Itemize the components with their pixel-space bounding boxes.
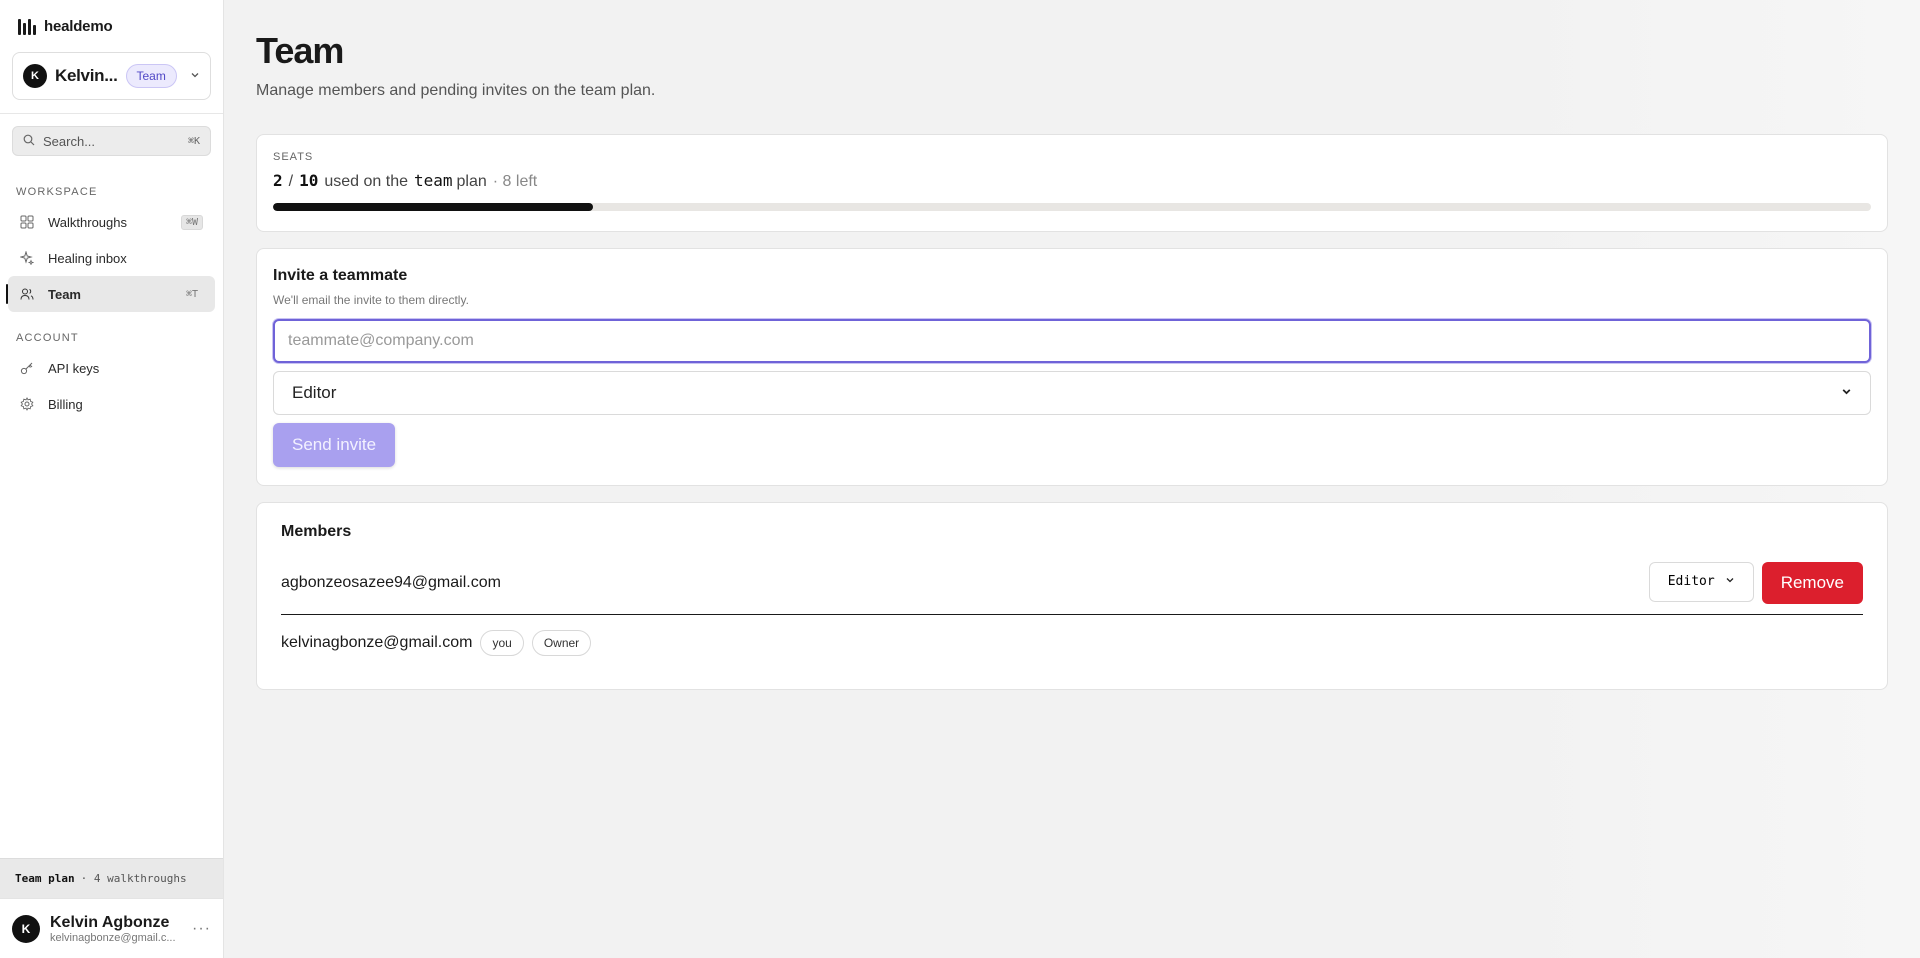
avatar: K — [12, 914, 40, 943]
seats-plan-text: plan — [456, 173, 487, 190]
workspace-avatar: K — [23, 64, 47, 88]
members-card: Members agbonzeosazee94@gmail.com Editor… — [256, 502, 1888, 690]
search-shortcut: ⌘K — [187, 135, 200, 147]
seats-used: 2 — [273, 171, 283, 190]
role-select-value: Editor — [292, 383, 337, 402]
seats-separator: / — [288, 173, 294, 190]
sparkle-icon — [20, 251, 34, 265]
owner-badge: Owner — [531, 630, 592, 656]
shortcut-badge: ⌘T — [185, 288, 198, 300]
sidebar-item-walkthroughs[interactable]: Walkthroughs ⌘W — [8, 204, 215, 240]
main-content: Team Manage members and pending invites … — [224, 0, 1920, 958]
page-subtitle: Manage members and pending invites on th… — [256, 82, 656, 99]
plan-badge: Team — [125, 64, 177, 88]
gear-icon — [20, 397, 34, 411]
chevron-down-icon — [1725, 574, 1735, 589]
sidebar-item-label: Walkthroughs — [48, 214, 127, 230]
seats-plan-name: team — [413, 171, 453, 190]
sidebar-item-label: API keys — [48, 360, 100, 376]
workspace-switcher[interactable]: K Kelvin... Team — [12, 52, 211, 100]
users-icon — [20, 287, 34, 301]
workspace-name: Kelvin... — [55, 66, 118, 85]
more-options-icon[interactable]: ··· — [192, 920, 211, 938]
sidebar-item-api-keys[interactable]: API keys — [8, 350, 215, 386]
brand[interactable]: healdemo — [0, 0, 223, 52]
sidebar-footer: Team plan · 4 walkthroughs K Kelvin Agbo… — [0, 858, 223, 958]
seats-left: · 8 left — [492, 173, 538, 190]
seats-label: SEATS — [273, 151, 314, 163]
search-placeholder: Search... — [43, 133, 96, 149]
send-invite-button[interactable]: Send invite — [273, 423, 396, 467]
sidebar-item-healing-inbox[interactable]: Healing inbox — [8, 240, 215, 276]
user-meta: Kelvin Agbonze kelvinagbonze@gmail.c... — [50, 914, 176, 944]
member-role-value: Editor — [1667, 574, 1715, 589]
plan-detail: · 4 walkthroughs — [80, 872, 187, 885]
member-email: agbonzeosazee94@gmail.com — [281, 573, 501, 591]
sidebar-item-billing[interactable]: Billing — [8, 386, 215, 422]
table-row: agbonzeosazee94@gmail.com Editor Remove — [281, 551, 1863, 615]
invite-role-select[interactable]: Editor — [273, 371, 1871, 415]
section-label-workspace: WORKSPACE — [16, 186, 98, 198]
grid-icon — [20, 215, 34, 229]
member-actions: Editor Remove — [1648, 561, 1863, 604]
shortcut-badge: ⌘W — [180, 214, 203, 230]
user-name: Kelvin Agbonze — [50, 913, 170, 931]
section-label-account: ACCOUNT — [16, 332, 79, 344]
invite-card: Invite a teammate We'll email the invite… — [256, 248, 1888, 486]
plan-name: Team plan — [15, 872, 75, 885]
remove-member-button[interactable]: Remove — [1761, 561, 1863, 604]
sidebar-item-label: Healing inbox — [48, 250, 127, 266]
chevron-down-icon — [1841, 386, 1852, 400]
members-title: Members — [281, 523, 352, 540]
key-icon — [20, 361, 34, 375]
search-icon — [23, 134, 35, 149]
page-title: Team — [256, 30, 344, 71]
invite-title: Invite a teammate — [273, 267, 408, 284]
table-row: kelvinagbonze@gmail.com you Owner — [281, 615, 1863, 671]
sidebar: healdemo K Kelvin... Team Search... ⌘K W… — [0, 0, 224, 958]
divider — [0, 113, 223, 114]
search-input[interactable]: Search... ⌘K — [12, 126, 211, 156]
sidebar-item-label: Team — [48, 286, 81, 302]
user-email: kelvinagbonze@gmail.c... — [50, 931, 176, 944]
seats-card: SEATS 2 / 10 used on the team plan · 8 l… — [256, 134, 1888, 232]
brand-name: healdemo — [44, 17, 113, 35]
user-menu[interactable]: K Kelvin Agbonze kelvinagbonze@gmail.c..… — [0, 898, 223, 958]
member-role-dropdown[interactable]: Editor — [1648, 561, 1754, 602]
invite-subtitle: We'll email the invite to them directly. — [273, 293, 469, 307]
sidebar-item-label: Billing — [48, 396, 83, 412]
member-email: kelvinagbonze@gmail.com — [281, 634, 473, 651]
sidebar-item-team[interactable]: Team ⌘T — [6, 276, 215, 312]
seats-progress-fill — [273, 203, 593, 211]
seats-used-on-text: used on the — [324, 173, 408, 190]
invite-email-input[interactable] — [273, 319, 1871, 363]
seats-progress-bar — [273, 203, 1871, 211]
plan-summary: Team plan · 4 walkthroughs — [0, 858, 223, 898]
seats-total: 10 — [299, 171, 319, 190]
bars-logo-icon — [18, 17, 36, 35]
chevron-down-icon — [190, 70, 200, 83]
you-badge: you — [480, 630, 524, 656]
seats-summary: 2 / 10 used on the team plan · 8 left — [273, 171, 1871, 191]
